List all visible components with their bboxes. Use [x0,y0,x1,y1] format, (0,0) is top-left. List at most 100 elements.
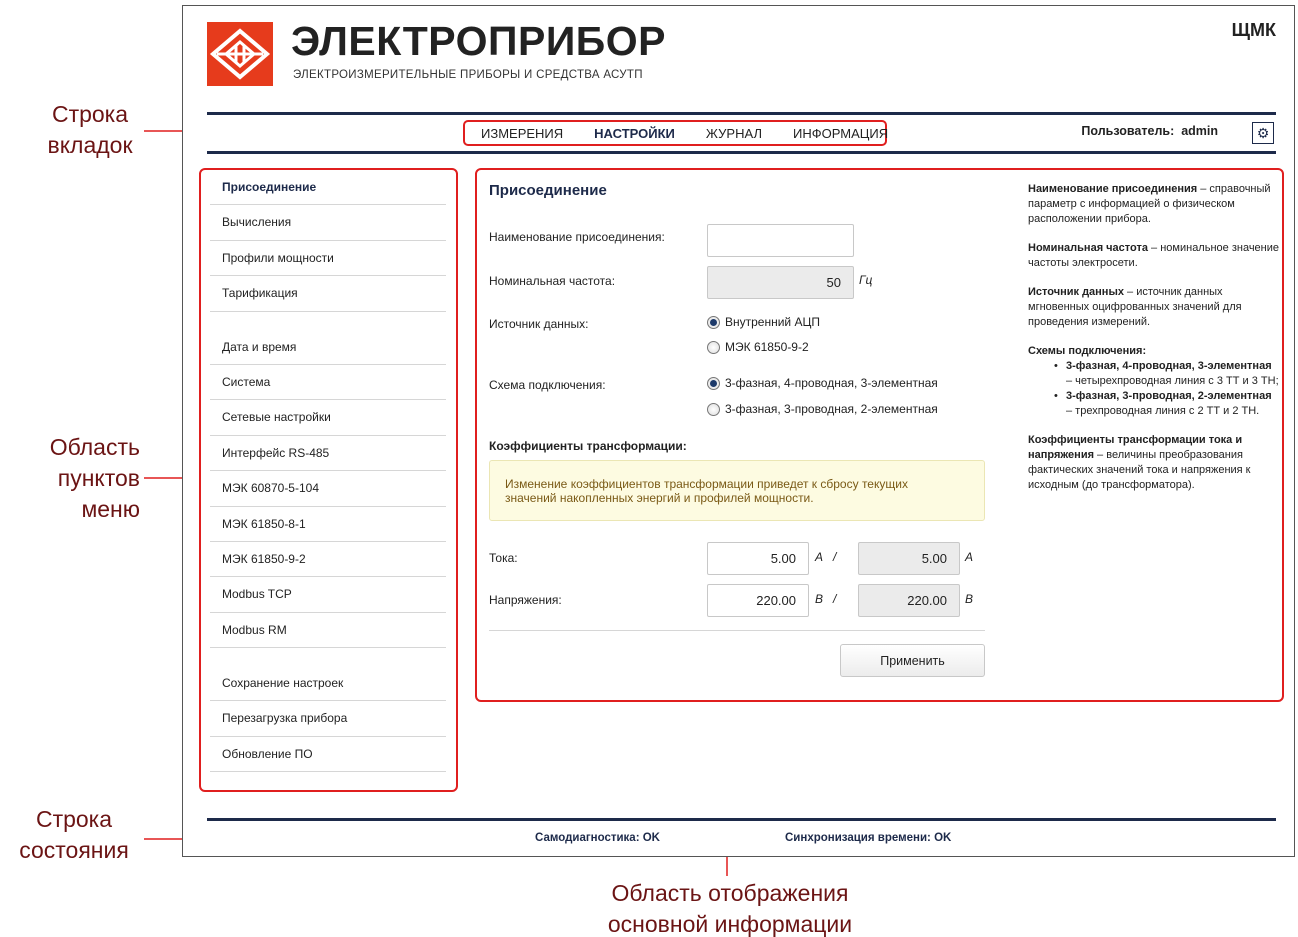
menu-item-network[interactable]: Сетевые настройки [210,400,446,436]
radio-unselected-icon [707,402,720,416]
user-label: Пользователь: [1081,124,1175,138]
current-unit-secondary: А [965,550,974,564]
annotation-menu-area: Область пунктов меню [30,432,140,525]
menu-item-iec-60870[interactable]: МЭК 60870-5-104 [210,471,446,507]
current-unit: А [815,550,824,564]
voltage-secondary-field[interactable] [858,584,960,617]
tab-bar: ИЗМЕРЕНИЯ НАСТРОЙКИ ЖУРНАЛ ИНФОРМАЦИЯ [463,120,888,146]
voltage-primary-input[interactable] [707,584,809,617]
current-secondary-field[interactable] [858,542,960,575]
radio-label: МЭК 61850-9-2 [725,340,809,354]
radio-label: Внутренний АЦП [725,315,820,329]
help-schemes: Схемы подключения: 3-фазная, 4-проводная… [1028,344,1280,419]
help-scheme-item: 3-фазная, 3-проводная, 2-элементная – тр… [1054,389,1280,419]
status-divider [207,818,1276,821]
scheme-option-3ph-4w[interactable]: 3-фазная, 4-проводная, 3-элементная [707,376,938,390]
logo-icon [209,28,271,80]
help-term: Источник данных [1028,286,1124,298]
logo [207,22,273,86]
brand-subtitle: ЭЛЕКТРОИЗМЕРИТЕЛЬНЫЕ ПРИБОРЫ И СРЕДСТВА … [293,69,643,81]
form-divider [489,630,985,631]
data-source-label: Источник данных: [489,317,589,331]
status-label: Синхронизация времени: [785,832,931,844]
current-label: Тока: [489,551,518,565]
main-panel: Присоединение Наименование присоединения… [475,168,1284,702]
device-type-label: ЩМК [1231,20,1276,40]
annotation-text: пунктов [57,465,140,491]
apply-button[interactable]: Применить [840,644,985,677]
warning-text: значений накопленных энергий и профилей … [505,491,814,505]
menu-item-reboot[interactable]: Перезагрузка прибора [210,701,446,737]
frequency-label: Номинальная частота: [489,274,616,288]
menu-item-calculations[interactable]: Вычисления [210,205,446,241]
radio-unselected-icon [707,340,720,354]
annotation-text: меню [81,496,140,522]
connection-name-label: Наименование присоединения: [489,230,665,244]
tab-measurements[interactable]: ИЗМЕРЕНИЯ [481,126,563,141]
menu-item-rs485[interactable]: Интерфейс RS-485 [210,436,446,472]
menu-item-connection[interactable]: Присоединение [210,170,446,206]
status-value: OK [642,832,660,844]
help-term: Номинальная частота [1028,242,1148,254]
status-self-diagnostics: Самодиагностика: OK [535,832,660,844]
menu-item-iec-61850-8-1[interactable]: МЭК 61850-8-1 [210,507,446,542]
brand-title: ЭЛЕКТРОПРИБОР [291,18,666,64]
warning-text: Изменение коэффициентов трансформации пр… [505,477,908,491]
menu-item-save-settings[interactable]: Сохранение настроек [210,666,446,702]
user-settings-button[interactable]: ⚙ [1252,122,1274,144]
status-value: OK [934,832,952,844]
help-scheme-item: 3-фазная, 4-проводная, 3-элементная – че… [1054,359,1280,389]
tabs-divider [207,151,1276,154]
help-data-source: Источник данных – источник данных мгнове… [1028,285,1280,330]
radio-selected-icon [707,376,720,390]
voltage-unit-secondary: В [965,592,974,606]
radio-label: 3-фазная, 4-проводная, 3-элементная [725,376,938,390]
help-term: Наименование присоединения [1028,183,1198,195]
scheme-option-3ph-3w[interactable]: 3-фазная, 3-проводная, 2-элементная [707,402,938,416]
status-time-sync: Синхронизация времени: OK [785,832,951,844]
annotation-text: Область отображения [611,880,849,906]
annotation-text: основной информации [607,911,853,937]
help-desc: – четырехпроводная линия с 3 ТТ и 3 ТН; [1066,375,1279,387]
transform-coefficients-label: Коэффициенты трансформации: [489,439,687,453]
help-term: 3-фазная, 4-проводная, 3-элементная [1066,360,1272,372]
menu-item-tariffs[interactable]: Тарификация [210,276,446,312]
help-frequency: Номинальная частота – номинальное значен… [1028,241,1280,271]
current-slash: / [833,550,837,564]
annotation-status-row: Строка состояния [10,804,138,866]
tab-information[interactable]: ИНФОРМАЦИЯ [793,126,888,141]
menu-item-iec-61850-9-2[interactable]: МЭК 61850-9-2 [210,542,446,578]
menu-item-system[interactable]: Система [210,365,446,401]
source-option-iec-61850-9-2[interactable]: МЭК 61850-9-2 [707,340,809,354]
radio-selected-icon [707,315,720,329]
gear-icon: ⚙ [1256,124,1270,141]
connection-name-input[interactable] [707,224,854,257]
voltage-slash: / [833,592,837,606]
annotation-text: Строка [35,806,113,832]
status-label: Самодиагностика: [535,832,640,844]
current-primary-input[interactable] [707,542,809,575]
connection-scheme-label: Схема подключения: [489,378,606,392]
voltage-label: Напряжения: [489,593,562,607]
help-term: 3-фазная, 3-проводная, 2-элементная [1066,390,1272,402]
help-connection-name: Наименование присоединения – справочный … [1028,182,1280,227]
source-option-internal-adc[interactable]: Внутренний АЦП [707,315,820,329]
menu-item-firmware-update[interactable]: Обновление ПО [210,737,446,773]
annotation-main-area: Область отображения основной информации [560,878,900,937]
menu-item-modbus-rm[interactable]: Modbus RM [210,613,446,649]
tab-settings[interactable]: НАСТРОЙКИ [594,126,675,141]
annotation-text: Строка [51,101,129,127]
annotation-text: состояния [19,837,129,863]
tab-journal[interactable]: ЖУРНАЛ [706,126,762,141]
user-name: admin [1181,124,1218,138]
help-desc: – трехпроводная линия с 2 ТТ и 2 ТН. [1066,405,1260,417]
app-window: ЭЛЕКТРОПРИБОР ЭЛЕКТРОИЗМЕРИТЕЛЬНЫЕ ПРИБО… [182,5,1295,857]
frequency-field[interactable] [707,266,854,299]
menu-item-modbus-tcp[interactable]: Modbus TCP [210,577,446,613]
warning-message: Изменение коэффициентов трансформации пр… [489,460,985,521]
menu-item-date-time[interactable]: Дата и время [210,330,446,365]
menu-item-power-profiles[interactable]: Профили мощности [210,241,446,277]
sidebar-menu: Присоединение Вычисления Профили мощност… [199,168,458,792]
radio-label: 3-фазная, 3-проводная, 2-элементная [725,402,938,416]
page-title: Присоединение [489,182,607,199]
